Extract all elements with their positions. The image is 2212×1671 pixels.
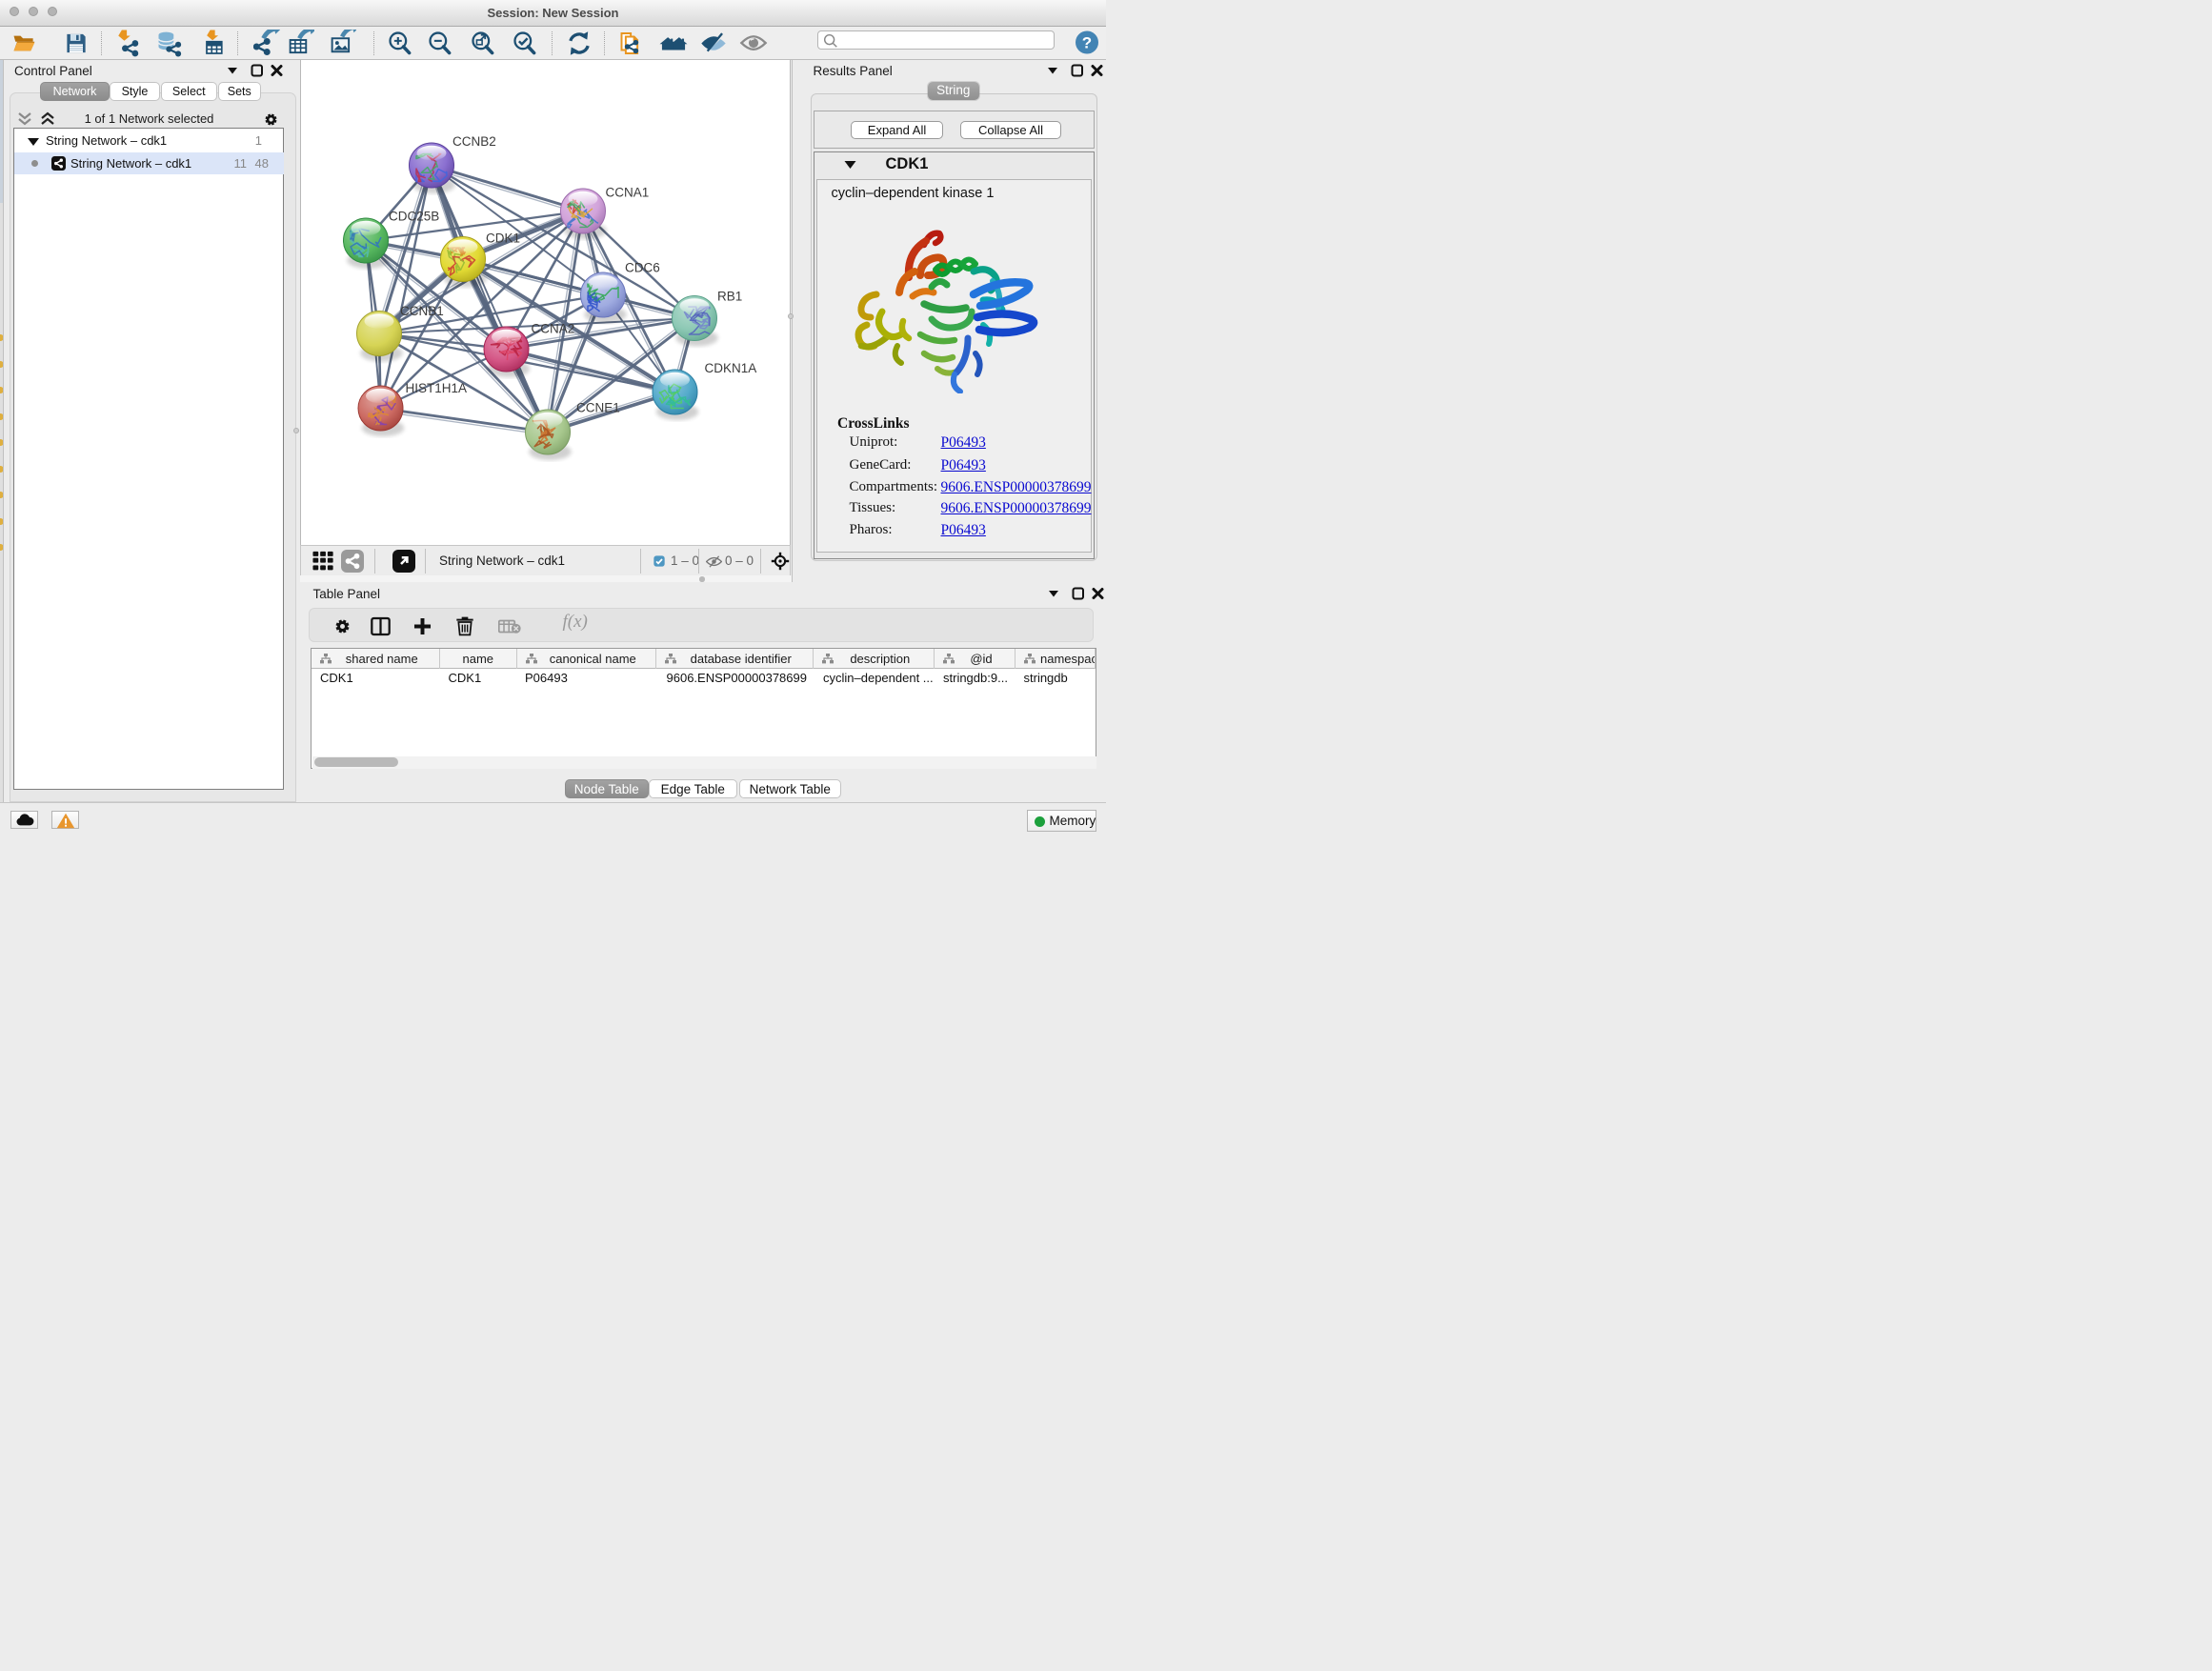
svg-text:CDC6: CDC6 (625, 261, 660, 275)
svg-text:CCNB2: CCNB2 (452, 134, 496, 149)
svg-text:CCNA1: CCNA1 (606, 186, 650, 200)
svg-text:HIST1H1A: HIST1H1A (406, 381, 468, 395)
svg-text:CCNE1: CCNE1 (576, 401, 620, 415)
svg-text:CCNB1: CCNB1 (400, 304, 444, 318)
svg-text:CDC25B: CDC25B (389, 210, 439, 224)
svg-text:CDK1: CDK1 (486, 232, 520, 246)
svg-text:RB1: RB1 (717, 290, 742, 304)
svg-text:CDKN1A: CDKN1A (705, 361, 757, 375)
svg-text:?: ? (1082, 34, 1092, 52)
svg-text:CCNA2: CCNA2 (532, 322, 575, 336)
